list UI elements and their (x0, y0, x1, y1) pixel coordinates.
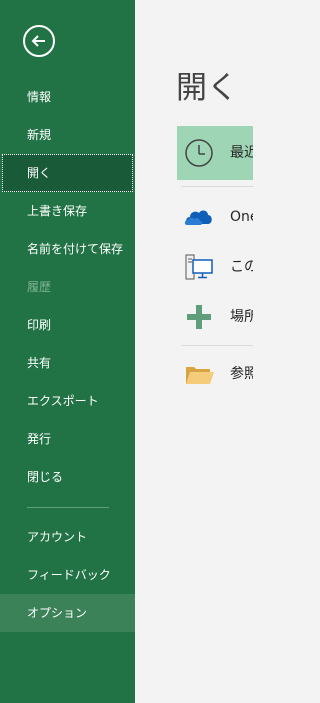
menu-item-info[interactable]: 情報 (0, 78, 135, 116)
menu-item-close[interactable]: 閉じる (0, 458, 135, 496)
location-separator (182, 345, 253, 346)
menu-item-save-as[interactable]: 名前を付けて保存 (0, 230, 135, 268)
menu-item-account[interactable]: アカウント (0, 518, 135, 556)
menu-item-export[interactable]: エクスポート (0, 382, 135, 420)
menu-item-options[interactable]: オプション (0, 594, 135, 632)
folder-icon (186, 367, 214, 384)
page-title: 開く (176, 70, 238, 106)
onedrive-cloud-icon (184, 210, 212, 225)
location-onedrive[interactable]: One (177, 192, 253, 242)
location-recent-label: 最近 (230, 145, 253, 161)
location-add-place[interactable]: 場所 (177, 292, 253, 342)
location-onedrive-label: One (230, 209, 253, 225)
menu-divider (27, 507, 109, 508)
add-place-plus-icon (187, 305, 211, 329)
menu-item-history: 履歴 (27, 280, 52, 294)
menu-item-save[interactable]: 上書き保存 (0, 192, 135, 230)
location-this-pc[interactable]: この (177, 242, 253, 292)
menu-item-publish[interactable]: 発行 (0, 420, 135, 458)
menu-item-feedback[interactable]: フィードバック (0, 556, 135, 594)
menu-item-new[interactable]: 新規 (0, 116, 135, 154)
open-pane: 開く 最近 One この 場所 (135, 0, 253, 703)
location-add-place-label: 場所 (230, 309, 253, 325)
menu-item-share[interactable]: 共有 (0, 344, 135, 382)
location-browse-label: 参照 (230, 366, 253, 382)
location-browse[interactable]: 参照 (177, 349, 253, 399)
this-pc-icon (185, 254, 213, 280)
clock-icon (185, 139, 213, 167)
location-this-pc-label: この (230, 259, 253, 275)
backstage-sidebar: 情報 新規 開く 上書き保存 名前を付けて保存 履歴 印刷 共有 エクスポート … (0, 0, 135, 703)
menu-item-print[interactable]: 印刷 (0, 306, 135, 344)
back-button[interactable] (23, 25, 55, 57)
back-arrow-icon (31, 35, 45, 47)
menu-item-open[interactable]: 開く (2, 154, 133, 192)
location-recent[interactable]: 最近 (177, 126, 253, 180)
location-separator (182, 186, 253, 187)
